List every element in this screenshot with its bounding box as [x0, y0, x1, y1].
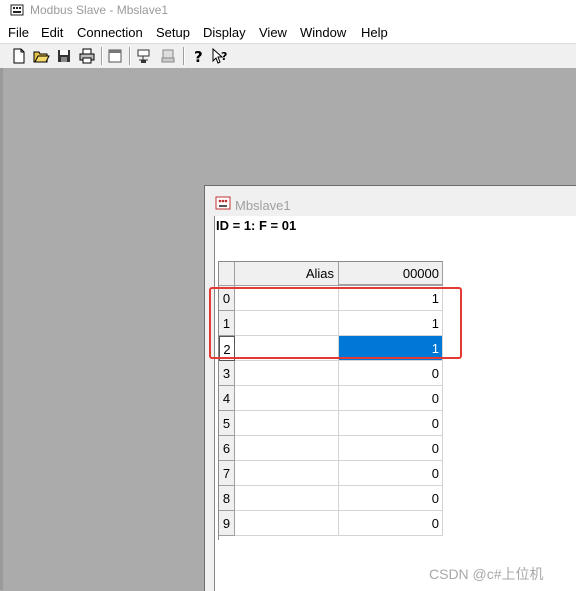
coil-value-cell[interactable]: 0: [339, 361, 443, 386]
menu-connection[interactable]: Connection: [77, 25, 143, 40]
alias-cell[interactable]: [235, 286, 339, 311]
coil-value-cell[interactable]: 0: [339, 461, 443, 486]
disconnect-icon[interactable]: [159, 47, 177, 65]
child-window-title: Mbslave1: [235, 198, 291, 213]
menu-window[interactable]: Window: [300, 25, 346, 40]
new-document-icon[interactable]: [10, 47, 28, 65]
coil-value-cell[interactable]: 1: [339, 336, 443, 361]
watermark: CSDN @c#上位机: [429, 566, 544, 582]
coil-value-cell[interactable]: 0: [339, 386, 443, 411]
toolbar: ? ?: [0, 43, 576, 69]
row-header: 0: [219, 286, 235, 311]
child-window-mbslave1[interactable]: Mbslave1 ID = 1: F = 01 Alias 00000 0 1 1 1 2 1…: [204, 185, 576, 591]
slave-window-icon: [215, 196, 231, 210]
row-header: 1: [219, 311, 235, 336]
modbus-app-icon: [10, 4, 24, 16]
alias-cell[interactable]: [235, 411, 339, 436]
mdi-left-edge: [0, 68, 3, 590]
toolbar-separator: [129, 47, 131, 65]
row-header: 6: [219, 436, 235, 461]
alias-cell[interactable]: [235, 336, 339, 361]
alias-cell[interactable]: [235, 361, 339, 386]
row-header: 2: [219, 336, 235, 361]
coil-value-cell[interactable]: 0: [339, 511, 443, 536]
window-title: Modbus Slave - Mbslave1: [30, 3, 169, 17]
slave-definition-header: ID = 1: F = 01: [216, 218, 297, 233]
alias-cell[interactable]: [235, 486, 339, 511]
child-titlebar[interactable]: Mbslave1: [205, 186, 576, 216]
toolbar-separator: [183, 47, 185, 65]
coil-value-cell[interactable]: 0: [339, 486, 443, 511]
row-header: 8: [219, 486, 235, 511]
menu-display[interactable]: Display: [203, 25, 246, 40]
window-icon[interactable]: [106, 47, 124, 65]
row-header: 4: [219, 386, 235, 411]
coil-value-cell[interactable]: 1: [339, 286, 443, 311]
coil-value-cell[interactable]: 0: [339, 411, 443, 436]
print-icon[interactable]: [78, 47, 96, 65]
open-folder-icon[interactable]: [32, 47, 50, 65]
menu-view[interactable]: View: [259, 25, 287, 40]
alias-cell[interactable]: [235, 511, 339, 536]
connect-icon[interactable]: [135, 47, 153, 65]
menu-help[interactable]: Help: [361, 25, 388, 40]
row-header: 7: [219, 461, 235, 486]
context-help-icon[interactable]: ?: [211, 47, 229, 65]
alias-cell[interactable]: [235, 461, 339, 486]
alias-cell[interactable]: [235, 311, 339, 336]
row-header: 3: [219, 361, 235, 386]
alias-column-header: Alias: [235, 262, 339, 286]
alias-cell[interactable]: [235, 386, 339, 411]
row-header: 5: [219, 411, 235, 436]
svg-text:?: ?: [194, 48, 203, 65]
grid-corner-header: [219, 262, 235, 286]
app-titlebar: Modbus Slave - Mbslave1: [0, 0, 576, 22]
slave-view: ID = 1: F = 01 Alias 00000 0 1 1 1 2 1 3 0 4 0 5 0 6 0 7…: [214, 216, 576, 591]
menu-bar: File Edit Connection Setup Display View …: [0, 22, 576, 43]
menu-edit[interactable]: Edit: [41, 25, 63, 40]
toolbar-separator: [101, 47, 103, 65]
coil-value-cell[interactable]: 1: [339, 311, 443, 336]
address-column-header: 00000: [339, 262, 443, 286]
help-question-icon[interactable]: ?: [189, 47, 207, 65]
save-disk-icon[interactable]: [55, 47, 73, 65]
row-header: 9: [219, 511, 235, 536]
register-grid[interactable]: Alias 00000 0 1 1 1 2 1 3 0 4 0 5 0 6 0 7 0 8 0 9 0: [218, 261, 443, 540]
alias-cell[interactable]: [235, 436, 339, 461]
menu-file[interactable]: File: [8, 25, 29, 40]
menu-setup[interactable]: Setup: [156, 25, 190, 40]
coil-value-cell[interactable]: 0: [339, 436, 443, 461]
svg-text:?: ?: [221, 50, 227, 63]
